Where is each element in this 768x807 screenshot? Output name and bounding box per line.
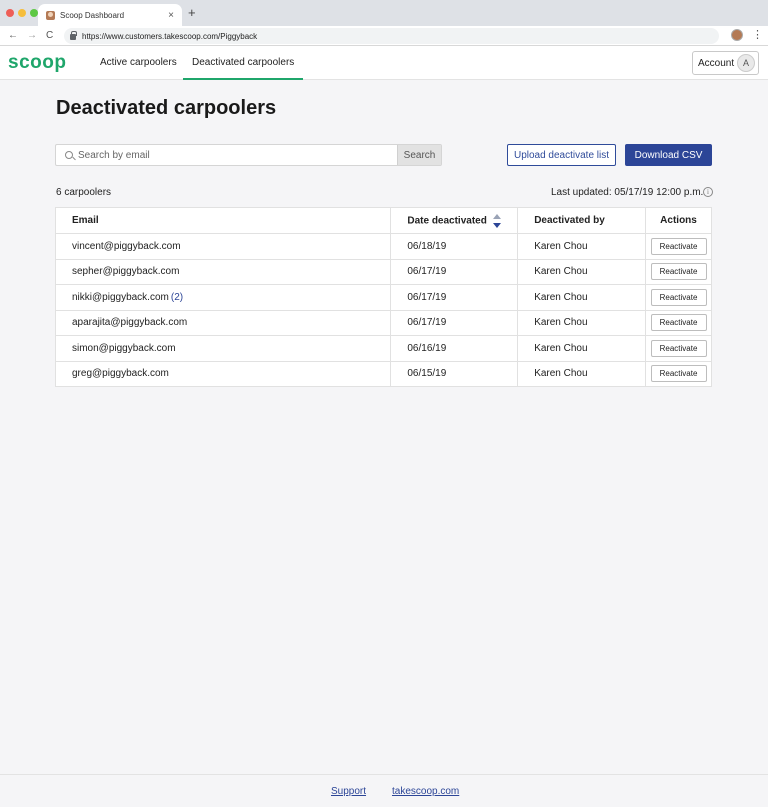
table-row: simon@piggyback.com 06/16/19 Karen Chou … (54, 335, 712, 362)
browser-menu-icon[interactable]: ⋮ (752, 28, 763, 42)
deactivated-by-cell: Karen Chou (517, 309, 647, 336)
deactivated-by-cell: Karen Chou (517, 335, 647, 362)
last-updated-text: Last updated: 05/17/19 12:00 p.m. (551, 187, 704, 198)
forward-arrow-icon[interactable]: → (27, 29, 37, 43)
date-cell: 06/17/19 (390, 258, 519, 285)
actions-cell: Reactivate (645, 360, 712, 387)
email-text: aparajita@piggyback.com (72, 317, 188, 329)
page-footer: Support takescoop.com (0, 774, 768, 807)
table-row: greg@piggyback.com 06/15/19 Karen Chou R… (54, 360, 712, 387)
column-header-email: Email (54, 207, 392, 234)
sort-icon[interactable] (492, 213, 502, 228)
support-link[interactable]: Support (331, 786, 366, 797)
tab-deactivated-carpoolers[interactable]: Deactivated carpoolers (183, 46, 304, 80)
email-cell: simon@piggyback.com (54, 335, 392, 362)
column-header-date-deactivated[interactable]: Date deactivated (390, 207, 519, 234)
email-text: sepher@piggyback.com (72, 266, 180, 278)
new-tab-button[interactable]: + (188, 6, 196, 20)
email-cell: vincent@piggyback.com (54, 233, 392, 260)
reactivate-button[interactable]: Reactivate (650, 263, 707, 281)
info-icon[interactable]: i (703, 187, 713, 197)
search-bar: Search (55, 144, 442, 166)
email-text: simon@piggyback.com (72, 342, 176, 354)
download-csv-button[interactable]: Download CSV (625, 144, 712, 166)
account-label: Account (698, 57, 735, 69)
reactivate-button[interactable]: Reactivate (650, 314, 707, 332)
reload-icon[interactable]: C (46, 29, 53, 43)
email-cell: nikki@piggyback.com (2) (54, 284, 392, 311)
browser-tab[interactable]: Scoop Dashboard × (38, 4, 182, 26)
search-input[interactable] (78, 145, 396, 165)
email-text: nikki@piggyback.com (72, 291, 169, 303)
email-text: vincent@piggyback.com (72, 240, 181, 252)
reactivate-button[interactable]: Reactivate (650, 339, 707, 357)
url-text: https://www.customers.takescoop.com/Pigg… (82, 31, 258, 41)
reactivate-button[interactable]: Reactivate (650, 365, 707, 383)
email-cell: sepher@piggyback.com (54, 258, 392, 285)
duplicate-count-link[interactable]: (2) (171, 292, 183, 303)
account-button[interactable]: Account A (692, 51, 759, 75)
email-cell: greg@piggyback.com (54, 360, 392, 387)
lock-icon (70, 31, 77, 40)
scoop-logo[interactable]: scoop (8, 52, 66, 74)
carpooler-count: 6 carpoolers (56, 187, 112, 198)
profile-avatar-icon[interactable] (731, 29, 743, 41)
column-header-actions: Actions (645, 207, 712, 234)
column-header-label: Date deactivated (407, 215, 487, 227)
column-header-deactivated-by: Deactivated by (517, 207, 647, 234)
avatar: A (737, 54, 755, 72)
browser-tab-bar: Scoop Dashboard × + (0, 0, 768, 26)
deactivated-by-cell: Karen Chou (517, 233, 647, 260)
actions-cell: Reactivate (645, 335, 712, 362)
date-cell: 06/17/19 (390, 284, 519, 311)
upload-deactivate-list-button[interactable]: Upload deactivate list (507, 144, 616, 166)
deactivated-by-cell: Karen Chou (517, 258, 647, 285)
close-window-button[interactable] (6, 9, 14, 17)
tab-active-carpoolers[interactable]: Active carpoolers (100, 46, 177, 80)
actions-cell: Reactivate (645, 258, 712, 285)
reactivate-button[interactable]: Reactivate (650, 237, 707, 255)
window-controls (6, 9, 38, 17)
search-button[interactable]: Search (397, 145, 441, 165)
back-arrow-icon[interactable]: ← (8, 29, 18, 43)
date-cell: 06/15/19 (390, 360, 519, 387)
email-text: greg@piggyback.com (72, 368, 169, 380)
date-cell: 06/18/19 (390, 233, 519, 260)
minimize-window-button[interactable] (18, 9, 26, 17)
table-row: aparajita@piggyback.com 06/17/19 Karen C… (54, 309, 712, 336)
takescoop-link[interactable]: takescoop.com (392, 786, 459, 797)
table-row: nikki@piggyback.com (2) 06/17/19 Karen Ch… (54, 284, 712, 311)
table-row: vincent@piggyback.com 06/18/19 Karen Cho… (54, 233, 712, 260)
date-cell: 06/16/19 (390, 335, 519, 362)
browser-toolbar: ← → C https://www.customers.takescoop.co… (0, 26, 768, 46)
app-header: scoop Active carpoolers Deactivated carp… (0, 46, 768, 80)
reactivate-button[interactable]: Reactivate (650, 288, 707, 306)
actions-cell: Reactivate (645, 284, 712, 311)
address-bar[interactable]: https://www.customers.takescoop.com/Pigg… (64, 28, 719, 44)
table-row: sepher@piggyback.com 06/17/19 Karen Chou… (54, 258, 712, 285)
actions-cell: Reactivate (645, 233, 712, 260)
date-cell: 06/17/19 (390, 309, 519, 336)
maximize-window-button[interactable] (30, 9, 38, 17)
deactivated-by-cell: Karen Chou (517, 284, 647, 311)
deactivated-carpoolers-table: Email Date deactivated Deactivated by Ac… (54, 207, 712, 387)
close-tab-icon[interactable]: × (168, 10, 174, 21)
page-title: Deactivated carpoolers (56, 97, 277, 119)
actions-cell: Reactivate (645, 309, 712, 336)
deactivated-by-cell: Karen Chou (517, 360, 647, 387)
tab-title: Scoop Dashboard (60, 10, 125, 20)
table-header-row: Email Date deactivated Deactivated by Ac… (54, 207, 712, 234)
search-icon (65, 151, 73, 159)
email-cell: aparajita@piggyback.com (54, 309, 392, 336)
favicon-icon (46, 10, 55, 20)
